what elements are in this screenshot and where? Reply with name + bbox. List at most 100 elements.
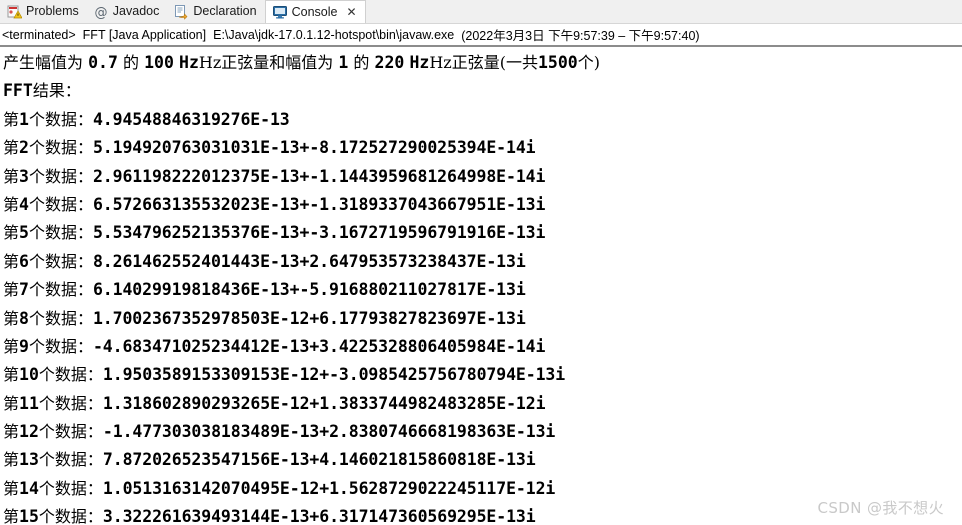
console-data-row: 第2个数据：5.194920763031031E-13+-8.172527290… <box>3 134 962 162</box>
row-suffix: 个数据： <box>28 223 93 243</box>
row-prefix: 第 <box>3 393 20 413</box>
row-prefix: 第 <box>3 194 20 214</box>
console-launch-title: <terminated> FFT [Java Application] E:\J… <box>0 24 962 45</box>
row-prefix: 第 <box>3 280 20 300</box>
problems-icon <box>6 4 22 20</box>
row-prefix: 第 <box>3 109 20 129</box>
row-index: 15 <box>19 507 39 525</box>
row-index: 7 <box>19 280 29 300</box>
svg-text:@: @ <box>94 5 107 20</box>
row-value: 6.14029919818436E-13+-5.916880211027817E… <box>92 280 526 300</box>
summary-seg-1: 产生幅值为 <box>3 53 84 72</box>
summary-seg-4: 的 <box>353 53 370 72</box>
row-value: 1.318602890293265E-12+1.3833744982483285… <box>102 393 546 413</box>
tab-declaration[interactable]: Declaration <box>167 0 264 23</box>
row-index: 12 <box>19 422 39 442</box>
row-index: 13 <box>19 450 39 470</box>
row-suffix: 个数据： <box>28 280 93 300</box>
console-data-row: 第8个数据：1.7002367352978503E-12+6.177938278… <box>3 305 962 333</box>
row-value: 1.0513163142070495E-12+1.562872902224511… <box>102 478 556 498</box>
summary-seg-3: Hz正弦量和幅值为 <box>198 53 334 72</box>
fft-result-label-latin: FFT <box>3 81 33 101</box>
summary-frequency-1: 100 <box>144 53 174 72</box>
console-data-row: 第15个数据：3.322261639493144E-13+6.317147360… <box>3 503 962 525</box>
row-prefix: 第 <box>3 223 20 243</box>
row-suffix: 个数据： <box>28 138 93 158</box>
row-suffix: 个数据： <box>28 109 93 129</box>
row-suffix: 个数据： <box>38 450 103 470</box>
row-index: 11 <box>19 393 39 413</box>
row-suffix: 个数据： <box>28 251 93 271</box>
row-suffix: 个数据： <box>28 194 93 214</box>
row-suffix: 个数据： <box>28 166 93 186</box>
row-suffix: 个数据： <box>38 478 103 498</box>
row-prefix: 第 <box>3 365 20 385</box>
tab-declaration-label: Declaration <box>193 4 257 19</box>
tab-javadoc[interactable]: @ Javadoc <box>87 0 168 23</box>
summary-seg-6: 个) <box>577 53 600 72</box>
console-data-row: 第1个数据：4.94548846319276E-13 <box>3 106 962 134</box>
console-data-row: 第5个数据：5.534796252135376E-13+-3.167271959… <box>3 219 962 247</box>
console-data-row: 第13个数据：7.872026523547156E-13+4.146021815… <box>3 446 962 474</box>
console-data-row: 第11个数据：1.318602890293265E-12+1.383374498… <box>3 390 962 418</box>
tab-problems-label: Problems <box>26 4 79 19</box>
row-prefix: 第 <box>3 251 20 271</box>
row-value: 6.572663135532023E-13+-1.318933704366795… <box>92 194 546 214</box>
tabbar-filler <box>365 0 962 23</box>
console-data-row: 第7个数据：6.14029919818436E-13+-5.9168802110… <box>3 276 962 304</box>
row-value: 5.534796252135376E-13+-3.167271959679191… <box>92 223 546 243</box>
row-index: 10 <box>19 365 39 385</box>
console-output[interactable]: 产生幅值为 0.7 的 100 HzHz正弦量和幅值为 1 的 220 HzHz… <box>0 47 962 525</box>
row-value: 1.7002367352978503E-12+6.17793827823697E… <box>92 308 526 328</box>
run-timestamp: (2022年3月3日 下午9:57:39 – 下午9:57:40) <box>461 29 700 43</box>
summary-seg-5: Hz正弦量(一共 <box>429 53 538 72</box>
console-data-row: 第6个数据：8.261462552401443E-13+2.6479535732… <box>3 248 962 276</box>
console-data-rows: 第1个数据：4.94548846319276E-13 第2个数据：5.194920… <box>3 106 962 525</box>
row-value: 7.872026523547156E-13+4.146021815860818E… <box>102 450 536 470</box>
row-prefix: 第 <box>3 422 20 442</box>
row-prefix: 第 <box>3 336 20 356</box>
tab-problems[interactable]: Problems <box>0 0 87 23</box>
summary-amplitude-2: 1 <box>338 53 349 72</box>
summary-seg-2: 的 <box>123 53 140 72</box>
jvm-path: E:\Java\jdk-17.0.1.12-hotspot\bin\javaw.… <box>213 27 455 42</box>
row-prefix: 第 <box>3 138 20 158</box>
row-index: 8 <box>19 308 29 328</box>
console-data-row: 第3个数据：2.961198222012375E-13+-1.144395968… <box>3 163 962 191</box>
console-icon <box>272 4 288 20</box>
tab-javadoc-label: Javadoc <box>112 4 160 19</box>
row-value: 2.961198222012375E-13+-1.144395968126499… <box>92 166 546 186</box>
row-suffix: 个数据： <box>38 365 103 385</box>
row-index: 3 <box>19 166 29 186</box>
console-data-row: 第4个数据：6.572663135532023E-13+-1.318933704… <box>3 191 962 219</box>
row-value: 3.322261639493144E-13+6.317147360569295E… <box>102 507 536 525</box>
console-line-summary: 产生幅值为 0.7 的 100 HzHz正弦量和幅值为 1 的 220 HzHz… <box>3 49 962 77</box>
console-data-row: 第10个数据：1.9503589153309153E-12+-3.0985425… <box>3 361 962 389</box>
row-index: 5 <box>19 223 29 243</box>
launch-config-name: FFT [Java Application] <box>82 27 207 42</box>
row-value: 1.9503589153309153E-12+-3.09854257567807… <box>102 365 566 385</box>
row-value: 8.261462552401443E-13+2.647953573238437E… <box>92 251 526 271</box>
console-data-row: 第12个数据：-1.477303038183489E-13+2.83807466… <box>3 418 962 446</box>
row-index: 4 <box>19 194 29 214</box>
javadoc-at-icon: @ <box>93 4 109 20</box>
summary-seg-3-unit: Hz <box>179 53 199 72</box>
tab-console[interactable]: Console ✕ <box>264 0 366 23</box>
summary-frequency-2: 220 <box>374 53 405 72</box>
row-suffix: 个数据： <box>38 422 103 442</box>
row-prefix: 第 <box>3 507 20 525</box>
row-prefix: 第 <box>3 308 20 328</box>
summary-amplitude-1: 0.7 <box>88 53 118 72</box>
row-index: 1 <box>19 109 29 129</box>
row-value: 5.194920763031031E-13+-8.172527290025394… <box>92 138 536 158</box>
row-suffix: 个数据： <box>28 308 93 328</box>
row-prefix: 第 <box>3 450 20 470</box>
row-value: -4.683471025234412E-13+3.422532880640598… <box>92 336 546 356</box>
row-prefix: 第 <box>3 166 20 186</box>
row-index: 14 <box>19 478 39 498</box>
view-tabbar: Problems @ Javadoc Declaration Console ✕ <box>0 0 962 24</box>
summary-count: 1500 <box>537 53 578 72</box>
tab-console-label: Console <box>291 4 338 19</box>
close-icon[interactable]: ✕ <box>346 6 356 18</box>
row-value: 4.94548846319276E-13 <box>92 109 290 129</box>
